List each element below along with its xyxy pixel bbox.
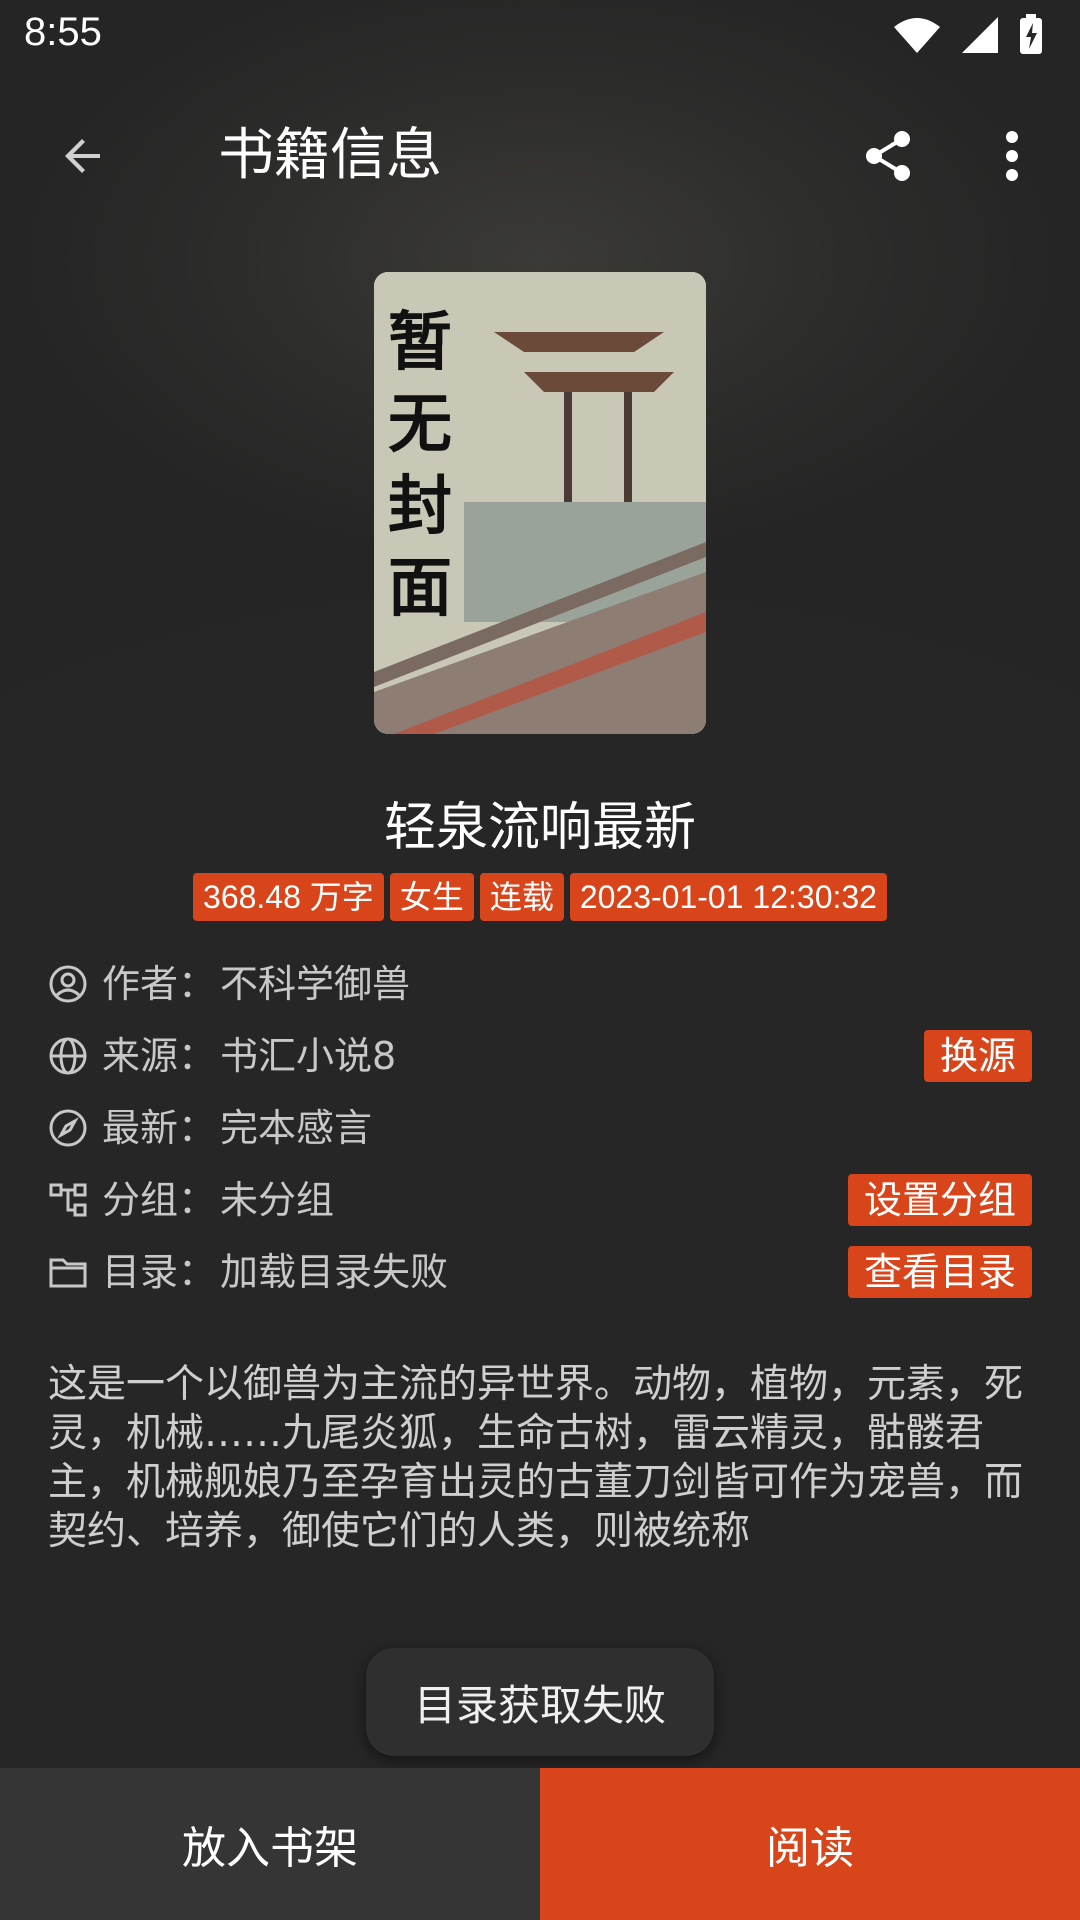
bottom-action-bar: 放入书架 阅读 (0, 1768, 1080, 1920)
more-vertical-icon (1006, 131, 1018, 181)
source-label: 来源： (102, 1034, 217, 1078)
tag-update-time: 2023-01-01 12:30:32 (569, 873, 887, 921)
signal-icon (962, 17, 998, 53)
tag-status: 连载 (479, 873, 564, 921)
cover-placeholder-text: 暂无封面 (388, 306, 452, 626)
share-button[interactable] (848, 120, 928, 192)
latest-value: 完本感言 (220, 1106, 373, 1150)
author-label: 作者： (102, 962, 217, 1006)
latest-row: 最新： 完本感言 (48, 1100, 1032, 1156)
latest-label: 最新： (102, 1106, 217, 1150)
page-title: 书籍信息 (218, 123, 442, 188)
group-label: 分组： (102, 1178, 217, 1222)
toc-row: 目录： 加载目录失败 查看目录 (48, 1244, 1032, 1300)
compass-icon (49, 1109, 87, 1147)
book-info-screen: 8:55 书籍信息 暂无封面 轻泉流响最新 368.48 万字 女生 连载 20… (0, 0, 1080, 1920)
tag-word-count: 368.48 万字 (193, 873, 384, 921)
toc-label: 目录： (102, 1250, 217, 1294)
status-time: 8:55 (24, 10, 102, 54)
toolbar: 书籍信息 (0, 100, 1080, 212)
back-button[interactable] (40, 120, 128, 192)
status-bar: 8:55 (0, 0, 1080, 72)
read-button[interactable]: 阅读 (540, 1768, 1080, 1920)
source-value: 书汇小说8 (220, 1034, 397, 1078)
user-icon (49, 965, 87, 1003)
author-row: 作者： 不科学御兽 (48, 956, 1032, 1012)
tag-category: 女生 (389, 873, 474, 921)
group-icon (49, 1183, 87, 1217)
add-to-shelf-button[interactable]: 放入书架 (0, 1768, 540, 1920)
globe-icon (49, 1037, 87, 1075)
folder-icon (49, 1258, 87, 1288)
status-icons (892, 14, 1044, 56)
book-description[interactable]: 这是一个以御兽为主流的异世界。动物，植物，元素，死灵，机械……九尾炎狐，生命古树… (48, 1360, 1038, 1556)
source-row: 来源： 书汇小说8 换源 (48, 1028, 1032, 1084)
wifi-icon (894, 18, 940, 53)
author-value[interactable]: 不科学御兽 (220, 956, 410, 1012)
toast-message: 目录获取失败 (366, 1648, 714, 1756)
view-toc-button[interactable]: 查看目录 (847, 1246, 1032, 1298)
change-source-button[interactable]: 换源 (923, 1030, 1032, 1082)
book-title: 轻泉流响最新 (383, 798, 696, 858)
share-icon (866, 131, 910, 181)
book-tags: 368.48 万字 女生 连载 2023-01-01 12:30:32 (0, 873, 1080, 921)
book-cover[interactable]: 暂无封面 (374, 272, 706, 734)
group-value: 未分组 (220, 1178, 335, 1222)
arrow-left-icon (65, 139, 100, 173)
more-options-button[interactable] (976, 120, 1048, 192)
group-row: 分组： 未分组 设置分组 (48, 1172, 1032, 1228)
set-group-button[interactable]: 设置分组 (847, 1174, 1032, 1226)
battery-charging-icon (1020, 14, 1042, 54)
toc-value: 加载目录失败 (220, 1250, 449, 1294)
